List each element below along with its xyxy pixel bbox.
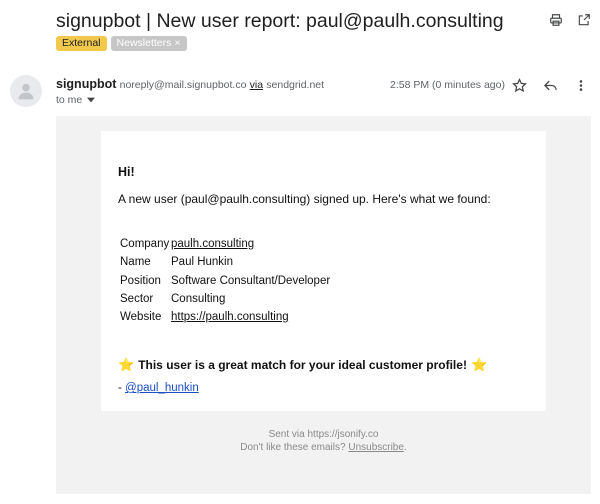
unsubscribe-link[interactable]: Unsubscribe — [348, 442, 404, 453]
subject-row: signupbot | New user report: paul@paulh.… — [56, 8, 592, 34]
footer-period: . — [403, 442, 407, 453]
star-emoji-icon: ⭐ — [118, 357, 135, 372]
info-value: Software Consultant/Developer — [171, 274, 331, 287]
footer-dislike-text: Don't like these emails? — [240, 442, 346, 453]
info-key: Website — [120, 311, 162, 324]
star-emoji-icon: ⭐ — [470, 357, 488, 372]
info-key: Name — [120, 256, 151, 269]
sender-line: signupbot noreply@mail.signupbot.co via … — [56, 77, 324, 91]
info-key: Company — [120, 238, 170, 250]
sender-email: noreply@mail.signupbot.co — [119, 79, 247, 91]
email-card: Hi! A new user (paul@paulh.consulting) s… — [101, 131, 546, 411]
sender-name: signupbot — [56, 77, 117, 91]
via-link[interactable]: via — [250, 79, 263, 91]
remove-label-icon[interactable]: × — [174, 36, 180, 51]
email-body-background: Hi! A new user (paul@paulh.consulting) s… — [56, 116, 591, 494]
info-value: Consulting — [171, 292, 226, 305]
label-newsletters[interactable]: Newsletters × — [110, 36, 187, 51]
footer-unsubscribe-line: Don't like these emails? Unsubscribe. — [56, 442, 591, 453]
info-row-company: Company paulh.consulting — [120, 235, 330, 253]
email-subject: signupbot | New user report: paul@paulh.… — [56, 10, 504, 32]
open-new-window-icon[interactable] — [576, 12, 592, 28]
company-link[interactable]: paulh.consulting — [171, 235, 254, 253]
info-row-sector: Sector Consulting — [120, 290, 330, 308]
match-text: This user is a great match for your idea… — [138, 358, 467, 372]
user-info-table: Company paulh.consulting Name Paul Hunki… — [120, 235, 330, 326]
recipient-dropdown[interactable]: to me — [56, 94, 96, 106]
printer-icon[interactable] — [548, 12, 564, 28]
match-message: ⭐ This user is a great match for your id… — [118, 357, 487, 373]
twitter-handle-link[interactable]: @paul_hunkin — [125, 382, 199, 394]
reply-icon[interactable] — [543, 78, 558, 98]
recipient-label: to me — [56, 94, 83, 106]
signature: - @paul_hunkin — [118, 382, 199, 394]
via-domain: sendgrid.net — [266, 79, 325, 91]
info-row-position: Position Software Consultant/Developer — [120, 272, 330, 290]
intro-text: A new user (paul@paulh.consulting) signe… — [118, 192, 491, 206]
greeting: Hi! — [118, 165, 135, 179]
email-time: 2:58 PM (0 minutes ago) — [390, 79, 505, 91]
chevron-down-icon — [87, 97, 96, 103]
label-external[interactable]: External — [56, 36, 107, 51]
top-actions — [548, 12, 592, 28]
label-newsletters-text: Newsletters — [116, 37, 172, 49]
info-key: Position — [120, 274, 161, 287]
star-icon[interactable] — [512, 78, 527, 98]
info-row-website: Website https://paulh.consulting — [120, 308, 330, 326]
info-value: Paul Hunkin — [171, 256, 234, 269]
info-key: Sector — [120, 292, 154, 305]
message-actions — [512, 78, 588, 98]
info-row-name: Name Paul Hunkin — [120, 253, 330, 271]
avatar-person-icon — [10, 75, 42, 107]
more-vert-icon[interactable] — [574, 78, 588, 98]
website-link[interactable]: https://paulh.consulting — [171, 308, 289, 326]
signature-prefix: - — [118, 382, 122, 394]
footer-sent-via: Sent via https://jsonify.co — [268, 429, 379, 440]
email-labels: External Newsletters × — [56, 36, 187, 51]
